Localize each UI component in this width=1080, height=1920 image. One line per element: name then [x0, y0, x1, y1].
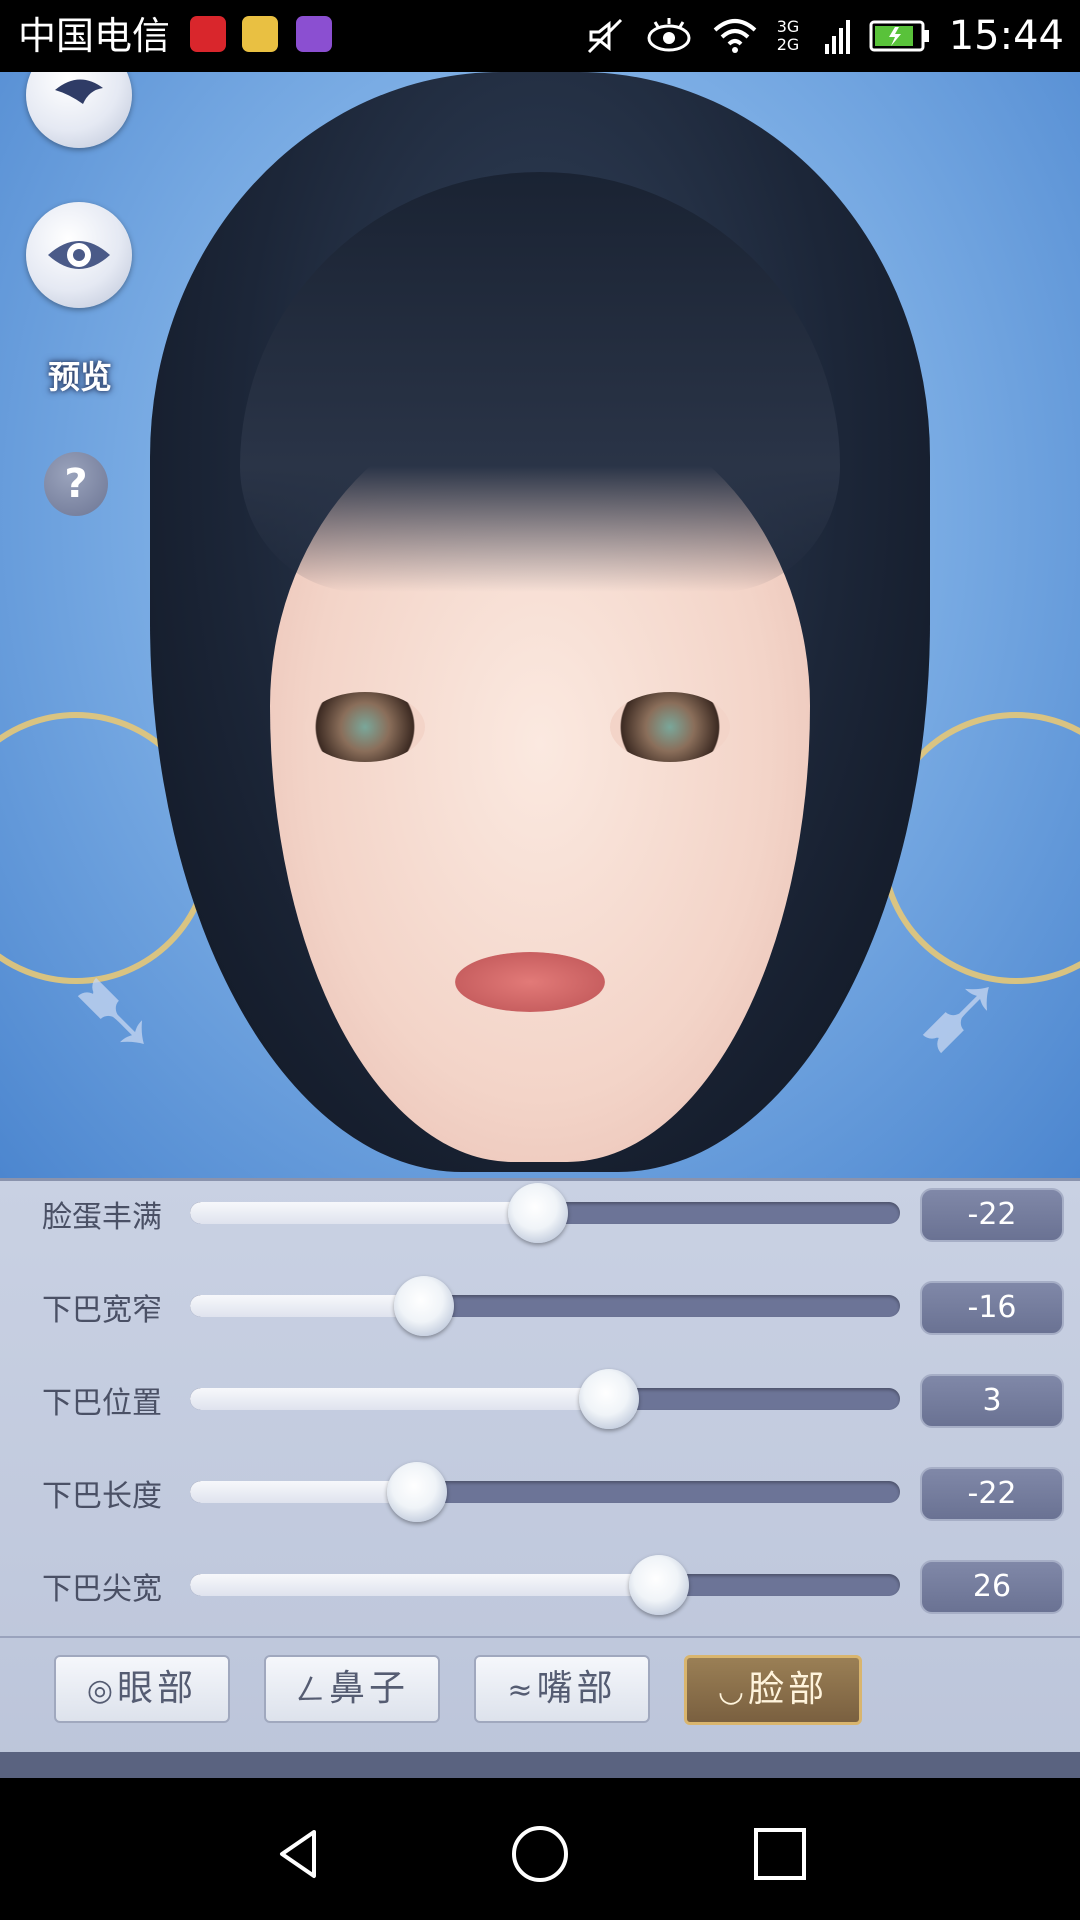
slider-label: 下巴尖宽 [42, 1572, 162, 1607]
slider-label: 脸蛋丰满 [42, 1200, 162, 1235]
tab-label: 眼部 [117, 1668, 198, 1709]
status-bar: 中国电信 3G 2G 15:44 [0, 0, 1080, 72]
slider-fill [190, 1202, 538, 1224]
eye-icon: ◎ [86, 1673, 114, 1708]
recents-nav-icon[interactable] [750, 1824, 810, 1884]
slider-row: 下巴宽窄 -16 [0, 1273, 1080, 1343]
slider-track[interactable] [190, 1481, 900, 1503]
mouth-icon: ≈ [507, 1673, 533, 1708]
slider-value[interactable]: -22 [920, 1188, 1064, 1242]
slider-track[interactable] [190, 1574, 900, 1596]
battery-icon [869, 20, 929, 52]
signal-icon [824, 20, 850, 54]
preview-label: 预览 [47, 358, 112, 396]
tab-nose[interactable]: ㄥ鼻子 [264, 1655, 440, 1723]
mute-icon [587, 18, 622, 54]
slider-value[interactable]: 3 [920, 1374, 1064, 1428]
tab-label: 嘴部 [536, 1668, 617, 1709]
slider-fill [190, 1481, 418, 1503]
feature-tabs: ◎ 眼部 ㄥ鼻子 ≈ 嘴部 ◡ 脸部 [0, 1655, 1080, 1735]
bird-icon [55, 79, 103, 104]
slider-label: 下巴位置 [42, 1386, 162, 1421]
network-type: 3G 2G [776, 17, 800, 54]
slider-row: 下巴长度 -22 [0, 1459, 1080, 1529]
preview-button[interactable] [26, 202, 132, 308]
character-lips [455, 952, 605, 1012]
slider-knob[interactable] [578, 1369, 639, 1429]
slider-value[interactable]: 26 [920, 1560, 1064, 1614]
tab-face[interactable]: ◡ 脸部 [684, 1655, 862, 1725]
navigation-bar [0, 1778, 1080, 1920]
slider-row: 下巴尖宽 26 [0, 1552, 1080, 1622]
rotate-right-arrow-icon[interactable]: ➹ [900, 952, 1020, 1072]
panel-bottom-strip [0, 1752, 1080, 1778]
help-button[interactable]: ? [44, 452, 108, 516]
character-right-eye [610, 692, 730, 762]
back-nav-icon[interactable] [270, 1824, 330, 1884]
slider-row: 脸蛋丰满 -22 [0, 1180, 1080, 1250]
tab-eyes[interactable]: ◎ 眼部 [54, 1655, 230, 1723]
eye-care-icon [647, 18, 691, 52]
wifi-icon [713, 19, 757, 53]
slider-knob[interactable] [628, 1555, 689, 1615]
slider-row: 下巴位置 3 [0, 1366, 1080, 1436]
home-nav-icon[interactable] [510, 1824, 570, 1884]
eye-icon [48, 241, 110, 269]
face-icon: ◡ [717, 1674, 745, 1709]
slider-label: 下巴长度 [42, 1479, 162, 1514]
nose-icon: ㄥ [294, 1673, 325, 1708]
back-button[interactable] [26, 72, 132, 148]
slider-knob[interactable] [394, 1276, 455, 1336]
tab-label: 鼻子 [328, 1668, 409, 1709]
app-store-icon [242, 16, 278, 52]
rotate-left-arrow-icon[interactable]: ➷ [55, 952, 175, 1072]
netease-music-icon [190, 16, 226, 52]
clock: 15:44 [948, 13, 1064, 59]
slider-knob[interactable] [387, 1462, 448, 1522]
slider-track[interactable] [190, 1295, 900, 1317]
character-preview[interactable]: 预览 ? ➷ ➹ [0, 72, 1080, 1178]
character-left-eye [305, 692, 425, 762]
status-icons: 3G 2G 15:44 [583, 10, 1064, 62]
panel-divider [0, 1636, 1080, 1638]
slider-fill [190, 1574, 659, 1596]
slider-value[interactable]: -16 [920, 1281, 1064, 1335]
tab-label: 脸部 [748, 1669, 829, 1710]
slider-value[interactable]: -22 [920, 1467, 1064, 1521]
slider-track[interactable] [190, 1388, 900, 1410]
carrier-name: 中国电信 [18, 14, 171, 58]
slider-label: 下巴宽窄 [42, 1293, 162, 1328]
slider-fill [190, 1388, 609, 1410]
tab-mouth[interactable]: ≈ 嘴部 [474, 1655, 650, 1723]
slider-fill [190, 1295, 425, 1317]
gallery-icon [296, 16, 332, 52]
slider-knob[interactable] [507, 1183, 568, 1243]
